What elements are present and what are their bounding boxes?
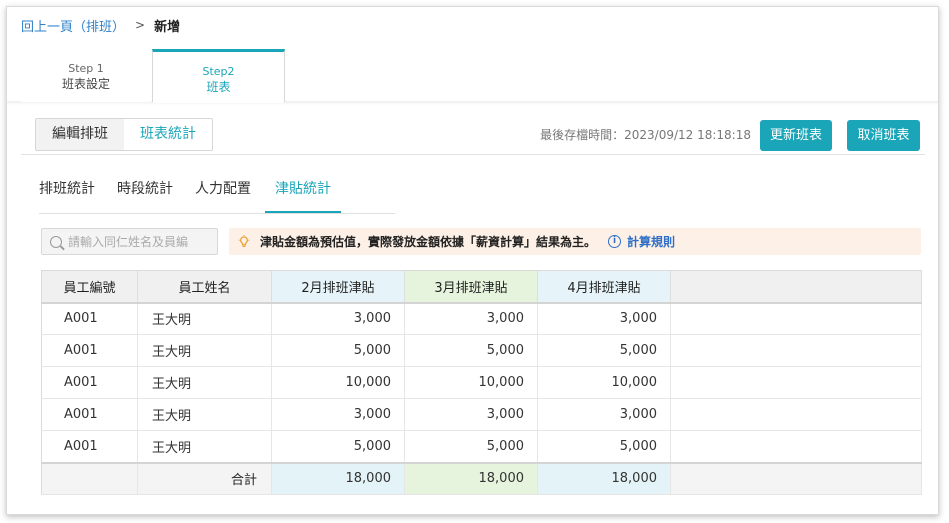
cell-feb-allowance: 10,000 [271,366,405,399]
cell-apr-allowance: 5,000 [537,334,671,367]
step-title: 班表設定 [61,77,110,91]
cell-mar-allowance: 10,000 [404,366,538,399]
cell-mar-allowance: 3,000 [404,302,538,335]
main-content: 編輯排班 班表統計 最後存檔時間：2023/09/12 18:18:18 更新班… [21,106,925,514]
step-tab-2[interactable]: Step2 班表 [152,49,285,103]
col-header-employee-id[interactable]: 員工編號 [41,270,138,304]
view-toggle: 編輯排班 班表統計 [35,118,213,151]
step-tabs: Step 1 班表設定 Step2 班表 [7,39,938,105]
notice-text: 津貼金額為預估值，實際發放金額依據「薪資計算」結果為主。 [260,235,597,249]
cell-mar-allowance: 5,000 [404,334,538,367]
step-tab-1[interactable]: Step 1 班表設定 [21,49,151,102]
total-label: 合計 [137,461,272,495]
app-window: 回上一頁（排班） > 新增 Step 1 班表設定 Step2 班表 編輯排班 … [6,6,939,515]
table-row: A001 王大明 3,000 3,000 3,000 [41,302,922,335]
table-total-row: 合計 18,000 18,000 18,000 [41,461,922,495]
step-number: Step 1 [68,62,104,75]
cell-apr-allowance: 10,000 [537,366,671,399]
cancel-schedule-button[interactable]: 取消班表 [847,120,920,151]
schedule-stats-toggle[interactable]: 班表統計 [124,119,212,150]
cell-employee-id: A001 [41,430,138,463]
breadcrumb-current: 新增 [154,19,181,35]
cell-empty [670,430,922,463]
cell-empty [670,366,922,399]
tab-staffing[interactable]: 人力配置 [195,173,251,213]
cell-employee-id: A001 [41,334,138,367]
table-row: A001 王大明 5,000 5,000 5,000 [41,430,922,463]
cell-employee-name: 王大明 [137,430,272,463]
stats-subtabs: 排班統計 時段統計 人力配置 津貼統計 [39,173,395,214]
cell-empty [670,398,922,431]
cell-mar-allowance: 5,000 [404,430,538,463]
cell-apr-allowance: 3,000 [537,398,671,431]
cell-empty [670,302,922,335]
search-box [41,228,218,255]
col-header-mar-allowance[interactable]: 3月排班津貼 [404,270,538,304]
col-header-feb-allowance[interactable]: 2月排班津貼 [271,270,405,304]
cell-feb-allowance: 3,000 [271,302,405,335]
search-input[interactable] [68,234,208,249]
cell-employee-id: A001 [41,398,138,431]
cell-employee-id: A001 [41,366,138,399]
cell-empty [41,461,138,495]
lightbulb-icon [238,234,250,247]
tab-schedule-stats[interactable]: 排班統計 [39,173,95,213]
edit-schedule-toggle[interactable]: 編輯排班 [36,119,124,150]
notice-banner: 津貼金額為預估值，實際發放金額依據「薪資計算」結果為主。 i 計算規則 [229,228,921,255]
table-row: A001 王大明 10,000 10,000 10,000 [41,366,922,399]
total-apr-allowance: 18,000 [537,461,671,495]
table-row: A001 王大明 5,000 5,000 5,000 [41,334,922,367]
col-header-apr-allowance[interactable]: 4月排班津貼 [537,270,671,304]
cell-employee-name: 王大明 [137,398,272,431]
cell-employee-name: 王大明 [137,302,272,335]
tab-allowance-stats[interactable]: 津貼統計 [265,173,341,213]
cell-mar-allowance: 3,000 [404,398,538,431]
table-header-row: 員工編號 員工姓名 2月排班津貼 3月排班津貼 4月排班津貼 [41,270,922,304]
info-icon: i [608,235,622,248]
calc-rules-label: 計算規則 [627,235,676,249]
cell-feb-allowance: 5,000 [271,430,405,463]
step-title: 班表 [206,80,231,94]
col-header-employee-name[interactable]: 員工姓名 [137,270,272,304]
update-schedule-button[interactable]: 更新班表 [760,120,832,151]
col-header-empty [670,270,922,304]
divider [21,154,925,155]
cell-empty [670,334,922,367]
last-saved-time: 最後存檔時間：2023/09/12 18:18:18 [540,128,751,142]
table-row: A001 王大明 3,000 3,000 3,000 [41,398,922,431]
total-mar-allowance: 18,000 [404,461,538,495]
tab-timeslot-stats[interactable]: 時段統計 [117,173,173,213]
step-number: Step2 [202,65,235,78]
allowance-table: 員工編號 員工姓名 2月排班津貼 3月排班津貼 4月排班津貼 A001 王大明 … [41,270,922,495]
cell-apr-allowance: 5,000 [537,430,671,463]
total-feb-allowance: 18,000 [271,461,405,495]
cell-employee-name: 王大明 [137,366,272,399]
cell-employee-name: 王大明 [137,334,272,367]
calc-rules-link[interactable]: i 計算規則 [608,233,675,250]
cell-feb-allowance: 3,000 [271,398,405,431]
cell-empty [670,461,922,495]
cell-employee-id: A001 [41,302,138,335]
cell-apr-allowance: 3,000 [537,302,671,335]
breadcrumb-separator: > [135,18,146,32]
search-icon [50,235,62,248]
breadcrumb: 回上一頁（排班） > 新增 [21,15,180,35]
cell-feb-allowance: 5,000 [271,334,405,367]
breadcrumb-back-link[interactable]: 回上一頁（排班） [21,16,125,35]
